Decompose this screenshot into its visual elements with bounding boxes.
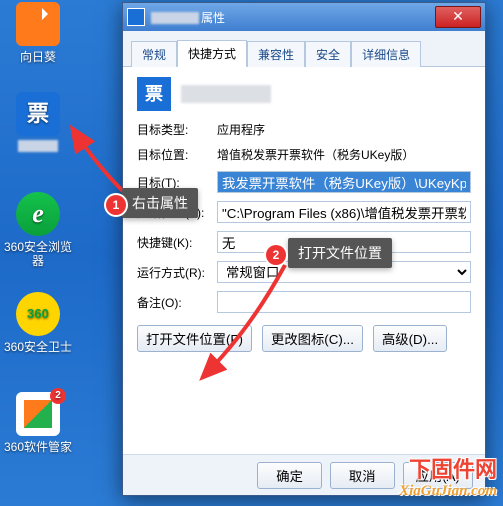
annotation-number-2: 2 xyxy=(266,245,286,265)
desktop-icon-360-browser[interactable]: 360安全浏览器 xyxy=(0,192,76,268)
open-file-location-button[interactable]: 打开文件位置(F) xyxy=(137,325,252,352)
app-name-blurred xyxy=(181,85,271,103)
browser-icon xyxy=(16,192,60,236)
window-icon xyxy=(127,8,145,26)
advanced-button[interactable]: 高级(D)... xyxy=(373,325,447,352)
annotation-number-1: 1 xyxy=(106,195,126,215)
app-icon: 票 xyxy=(137,77,171,111)
close-icon: ✕ xyxy=(452,8,464,24)
desktop-icon-label: 360安全浏览器 xyxy=(0,240,76,268)
input-target[interactable] xyxy=(217,171,471,193)
tab-shortcut[interactable]: 快捷方式 xyxy=(177,40,247,67)
value-target-location: 增值税发票开票软件（税务UKey版） xyxy=(217,146,471,163)
watermark: 下固件网 XiaGuJian.com xyxy=(399,458,497,500)
tab-compatibility[interactable]: 兼容性 xyxy=(247,41,305,67)
shield-icon xyxy=(16,292,60,336)
value-target-type: 应用程序 xyxy=(217,121,471,138)
change-icon-button[interactable]: 更改图标(C)... xyxy=(262,325,363,352)
ok-button[interactable]: 确定 xyxy=(257,462,322,489)
label-comment: 备注(O): xyxy=(137,294,209,311)
desktop-icon-360-safe[interactable]: 360安全卫士 xyxy=(0,292,76,354)
tab-general[interactable]: 常规 xyxy=(131,41,177,67)
notification-badge: 2 xyxy=(50,388,66,404)
cancel-button[interactable]: 取消 xyxy=(330,462,395,489)
tab-details[interactable]: 详细信息 xyxy=(351,41,421,67)
close-button[interactable]: ✕ xyxy=(435,6,481,28)
desktop-icon-label-blurred xyxy=(18,140,58,152)
input-start-in[interactable] xyxy=(217,201,471,223)
annotation-callout-1: 右击属性 xyxy=(122,188,198,218)
desktop-icon-invoice-app[interactable]: 票 xyxy=(0,92,76,152)
invoice-app-icon: 票 xyxy=(16,92,60,136)
tab-security[interactable]: 安全 xyxy=(305,41,351,67)
desktop-icon-360-manager[interactable]: 2 360软件管家 xyxy=(0,392,76,454)
tab-bar: 常规 快捷方式 兼容性 安全 详细信息 xyxy=(123,31,485,67)
sunflower-icon xyxy=(16,2,60,46)
desktop-icon-label: 360安全卫士 xyxy=(0,340,76,354)
label-hotkey: 快捷键(K): xyxy=(137,234,209,251)
input-comment[interactable] xyxy=(217,291,471,313)
desktop-icon-label: 向日葵 xyxy=(0,50,76,64)
watermark-en: XiaGuJian.com xyxy=(399,482,497,500)
desktop-icon-label: 360软件管家 xyxy=(0,440,76,454)
window-title: 属性 xyxy=(151,9,435,26)
watermark-cn: 下固件网 xyxy=(399,458,497,482)
label-target-type: 目标类型: xyxy=(137,121,209,138)
label-target-location: 目标位置: xyxy=(137,146,209,163)
titlebar[interactable]: 属性 ✕ xyxy=(123,3,485,31)
label-run: 运行方式(R): xyxy=(137,264,209,281)
desktop-icon-sunflower[interactable]: 向日葵 xyxy=(0,2,76,64)
annotation-callout-2: 打开文件位置 xyxy=(288,238,392,268)
